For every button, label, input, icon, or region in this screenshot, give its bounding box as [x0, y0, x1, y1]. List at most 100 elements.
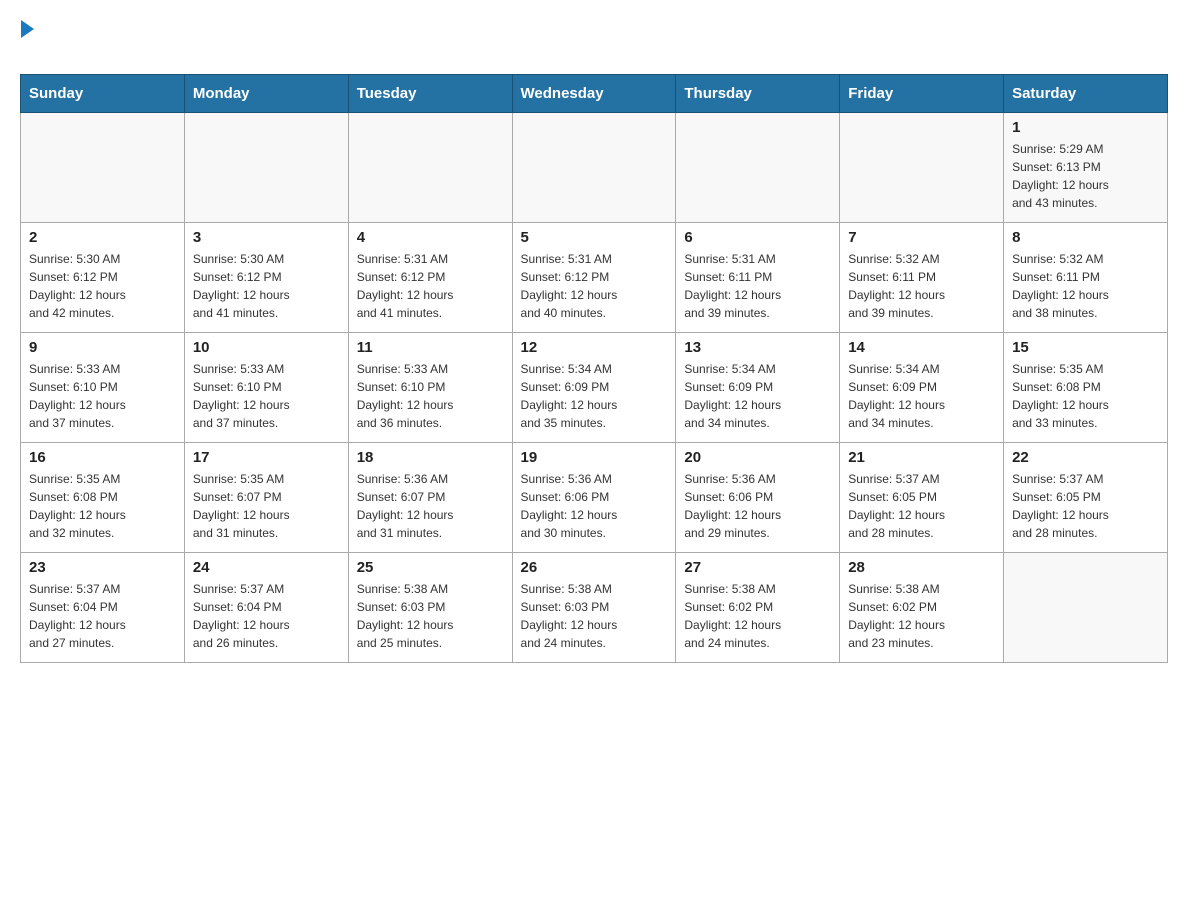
day-number: 8	[1012, 229, 1159, 246]
calendar-day-cell	[512, 113, 676, 223]
calendar-day-cell: 5 Sunrise: 5:31 AMSunset: 6:12 PMDaylight…	[512, 223, 676, 333]
day-of-week-header: Tuesday	[348, 75, 512, 113]
day-number: 1	[1012, 119, 1159, 136]
day-info: Sunrise: 5:35 AMSunset: 6:08 PMDaylight:…	[1012, 360, 1159, 432]
calendar-day-cell: 25Sunrise: 5:38 AMSunset: 6:03 PMDayligh…	[348, 553, 512, 663]
day-info: Sunrise: 5:36 AMSunset: 6:07 PMDaylight:…	[357, 470, 504, 542]
day-info: Sunrise: 5:33 AMSunset: 6:10 PMDaylight:…	[29, 360, 176, 432]
day-of-week-header: Monday	[184, 75, 348, 113]
day-number: 7	[848, 229, 995, 246]
day-number: 10	[193, 339, 340, 356]
day-number: 21	[848, 449, 995, 466]
day-of-week-header: Saturday	[1004, 75, 1168, 113]
day-number: 28	[848, 559, 995, 576]
calendar-day-cell: 8 Sunrise: 5:32 AMSunset: 6:11 PMDaylight…	[1004, 223, 1168, 333]
calendar-day-cell: 3 Sunrise: 5:30 AMSunset: 6:12 PMDaylight…	[184, 223, 348, 333]
day-info: Sunrise: 5:37 AMSunset: 6:05 PMDaylight:…	[1012, 470, 1159, 542]
day-info: Sunrise: 5:36 AMSunset: 6:06 PMDaylight:…	[521, 470, 668, 542]
day-info: Sunrise: 5:37 AMSunset: 6:04 PMDaylight:…	[193, 580, 340, 652]
day-number: 18	[357, 449, 504, 466]
day-info: Sunrise: 5:38 AMSunset: 6:02 PMDaylight:…	[848, 580, 995, 652]
calendar-day-cell: 9 Sunrise: 5:33 AMSunset: 6:10 PMDaylight…	[21, 333, 185, 443]
day-info: Sunrise: 5:38 AMSunset: 6:03 PMDaylight:…	[521, 580, 668, 652]
day-info: Sunrise: 5:34 AMSunset: 6:09 PMDaylight:…	[848, 360, 995, 432]
calendar-day-cell: 20Sunrise: 5:36 AMSunset: 6:06 PMDayligh…	[676, 443, 840, 553]
calendar-week-row: 2 Sunrise: 5:30 AMSunset: 6:12 PMDaylight…	[21, 223, 1168, 333]
day-info: Sunrise: 5:37 AMSunset: 6:04 PMDaylight:…	[29, 580, 176, 652]
day-number: 6	[684, 229, 831, 246]
calendar-week-row: 23 Sunrise: 5:37 AMSunset: 6:04 PMDayligh…	[21, 553, 1168, 663]
calendar-week-row: 9 Sunrise: 5:33 AMSunset: 6:10 PMDaylight…	[21, 333, 1168, 443]
day-number: 25	[357, 559, 504, 576]
calendar-day-cell: 24 Sunrise: 5:37 AMSunset: 6:04 PMDayligh…	[184, 553, 348, 663]
calendar-week-row: 1 Sunrise: 5:29 AMSunset: 6:13 PMDaylight…	[21, 113, 1168, 223]
page-header	[20, 20, 1168, 64]
calendar-day-cell	[1004, 553, 1168, 663]
day-number: 17	[193, 449, 340, 466]
calendar-body: 1 Sunrise: 5:29 AMSunset: 6:13 PMDaylight…	[21, 113, 1168, 663]
calendar-day-cell: 6 Sunrise: 5:31 AMSunset: 6:11 PMDaylight…	[676, 223, 840, 333]
day-number: 11	[357, 339, 504, 356]
day-info: Sunrise: 5:35 AMSunset: 6:07 PMDaylight:…	[193, 470, 340, 542]
day-info: Sunrise: 5:33 AMSunset: 6:10 PMDaylight:…	[193, 360, 340, 432]
calendar-table: SundayMondayTuesdayWednesdayThursdayFrid…	[20, 74, 1168, 663]
calendar-day-cell: 10 Sunrise: 5:33 AMSunset: 6:10 PMDayligh…	[184, 333, 348, 443]
day-number: 24	[193, 559, 340, 576]
day-number: 5	[521, 229, 668, 246]
logo-arrow-icon	[21, 20, 34, 38]
day-info: Sunrise: 5:36 AMSunset: 6:06 PMDaylight:…	[684, 470, 831, 542]
day-info: Sunrise: 5:32 AMSunset: 6:11 PMDaylight:…	[848, 250, 995, 322]
day-number: 9	[29, 339, 176, 356]
calendar-day-cell	[21, 113, 185, 223]
day-number: 19	[521, 449, 668, 466]
calendar-day-cell: 2 Sunrise: 5:30 AMSunset: 6:12 PMDaylight…	[21, 223, 185, 333]
calendar-day-cell: 27Sunrise: 5:38 AMSunset: 6:02 PMDayligh…	[676, 553, 840, 663]
day-number: 16	[29, 449, 176, 466]
calendar-day-cell: 23 Sunrise: 5:37 AMSunset: 6:04 PMDayligh…	[21, 553, 185, 663]
calendar-day-cell: 4 Sunrise: 5:31 AMSunset: 6:12 PMDaylight…	[348, 223, 512, 333]
calendar-day-cell: 7 Sunrise: 5:32 AMSunset: 6:11 PMDaylight…	[840, 223, 1004, 333]
calendar-day-cell	[840, 113, 1004, 223]
day-number: 22	[1012, 449, 1159, 466]
day-info: Sunrise: 5:35 AMSunset: 6:08 PMDaylight:…	[29, 470, 176, 542]
day-info: Sunrise: 5:37 AMSunset: 6:05 PMDaylight:…	[848, 470, 995, 542]
logo	[20, 20, 34, 64]
calendar-day-cell	[348, 113, 512, 223]
calendar-day-cell: 16 Sunrise: 5:35 AMSunset: 6:08 PMDayligh…	[21, 443, 185, 553]
day-info: Sunrise: 5:31 AMSunset: 6:12 PMDaylight:…	[521, 250, 668, 322]
calendar-day-cell: 21 Sunrise: 5:37 AMSunset: 6:05 PMDayligh…	[840, 443, 1004, 553]
calendar-day-cell: 28 Sunrise: 5:38 AMSunset: 6:02 PMDayligh…	[840, 553, 1004, 663]
day-number: 2	[29, 229, 176, 246]
day-info: Sunrise: 5:29 AMSunset: 6:13 PMDaylight:…	[1012, 140, 1159, 212]
day-info: Sunrise: 5:30 AMSunset: 6:12 PMDaylight:…	[193, 250, 340, 322]
day-info: Sunrise: 5:34 AMSunset: 6:09 PMDaylight:…	[521, 360, 668, 432]
calendar-day-cell	[184, 113, 348, 223]
day-info: Sunrise: 5:31 AMSunset: 6:11 PMDaylight:…	[684, 250, 831, 322]
calendar-day-cell: 1 Sunrise: 5:29 AMSunset: 6:13 PMDaylight…	[1004, 113, 1168, 223]
day-number: 26	[521, 559, 668, 576]
calendar-day-cell: 14Sunrise: 5:34 AMSunset: 6:09 PMDayligh…	[840, 333, 1004, 443]
calendar-day-cell	[676, 113, 840, 223]
calendar-day-cell: 22 Sunrise: 5:37 AMSunset: 6:05 PMDayligh…	[1004, 443, 1168, 553]
day-number: 23	[29, 559, 176, 576]
day-number: 4	[357, 229, 504, 246]
day-of-week-header: Friday	[840, 75, 1004, 113]
day-number: 15	[1012, 339, 1159, 356]
day-info: Sunrise: 5:31 AMSunset: 6:12 PMDaylight:…	[357, 250, 504, 322]
calendar-day-cell: 13Sunrise: 5:34 AMSunset: 6:09 PMDayligh…	[676, 333, 840, 443]
day-info: Sunrise: 5:30 AMSunset: 6:12 PMDaylight:…	[29, 250, 176, 322]
day-number: 3	[193, 229, 340, 246]
day-info: Sunrise: 5:33 AMSunset: 6:10 PMDaylight:…	[357, 360, 504, 432]
calendar-day-cell: 19 Sunrise: 5:36 AMSunset: 6:06 PMDayligh…	[512, 443, 676, 553]
calendar-day-cell: 17 Sunrise: 5:35 AMSunset: 6:07 PMDayligh…	[184, 443, 348, 553]
calendar-day-cell: 26 Sunrise: 5:38 AMSunset: 6:03 PMDayligh…	[512, 553, 676, 663]
day-of-week-header: Wednesday	[512, 75, 676, 113]
calendar-day-cell: 11 Sunrise: 5:33 AMSunset: 6:10 PMDayligh…	[348, 333, 512, 443]
day-number: 12	[521, 339, 668, 356]
days-of-week-row: SundayMondayTuesdayWednesdayThursdayFrid…	[21, 75, 1168, 113]
calendar-day-cell: 18 Sunrise: 5:36 AMSunset: 6:07 PMDayligh…	[348, 443, 512, 553]
day-number: 27	[684, 559, 831, 576]
calendar-week-row: 16 Sunrise: 5:35 AMSunset: 6:08 PMDayligh…	[21, 443, 1168, 553]
day-info: Sunrise: 5:32 AMSunset: 6:11 PMDaylight:…	[1012, 250, 1159, 322]
day-info: Sunrise: 5:34 AMSunset: 6:09 PMDaylight:…	[684, 360, 831, 432]
